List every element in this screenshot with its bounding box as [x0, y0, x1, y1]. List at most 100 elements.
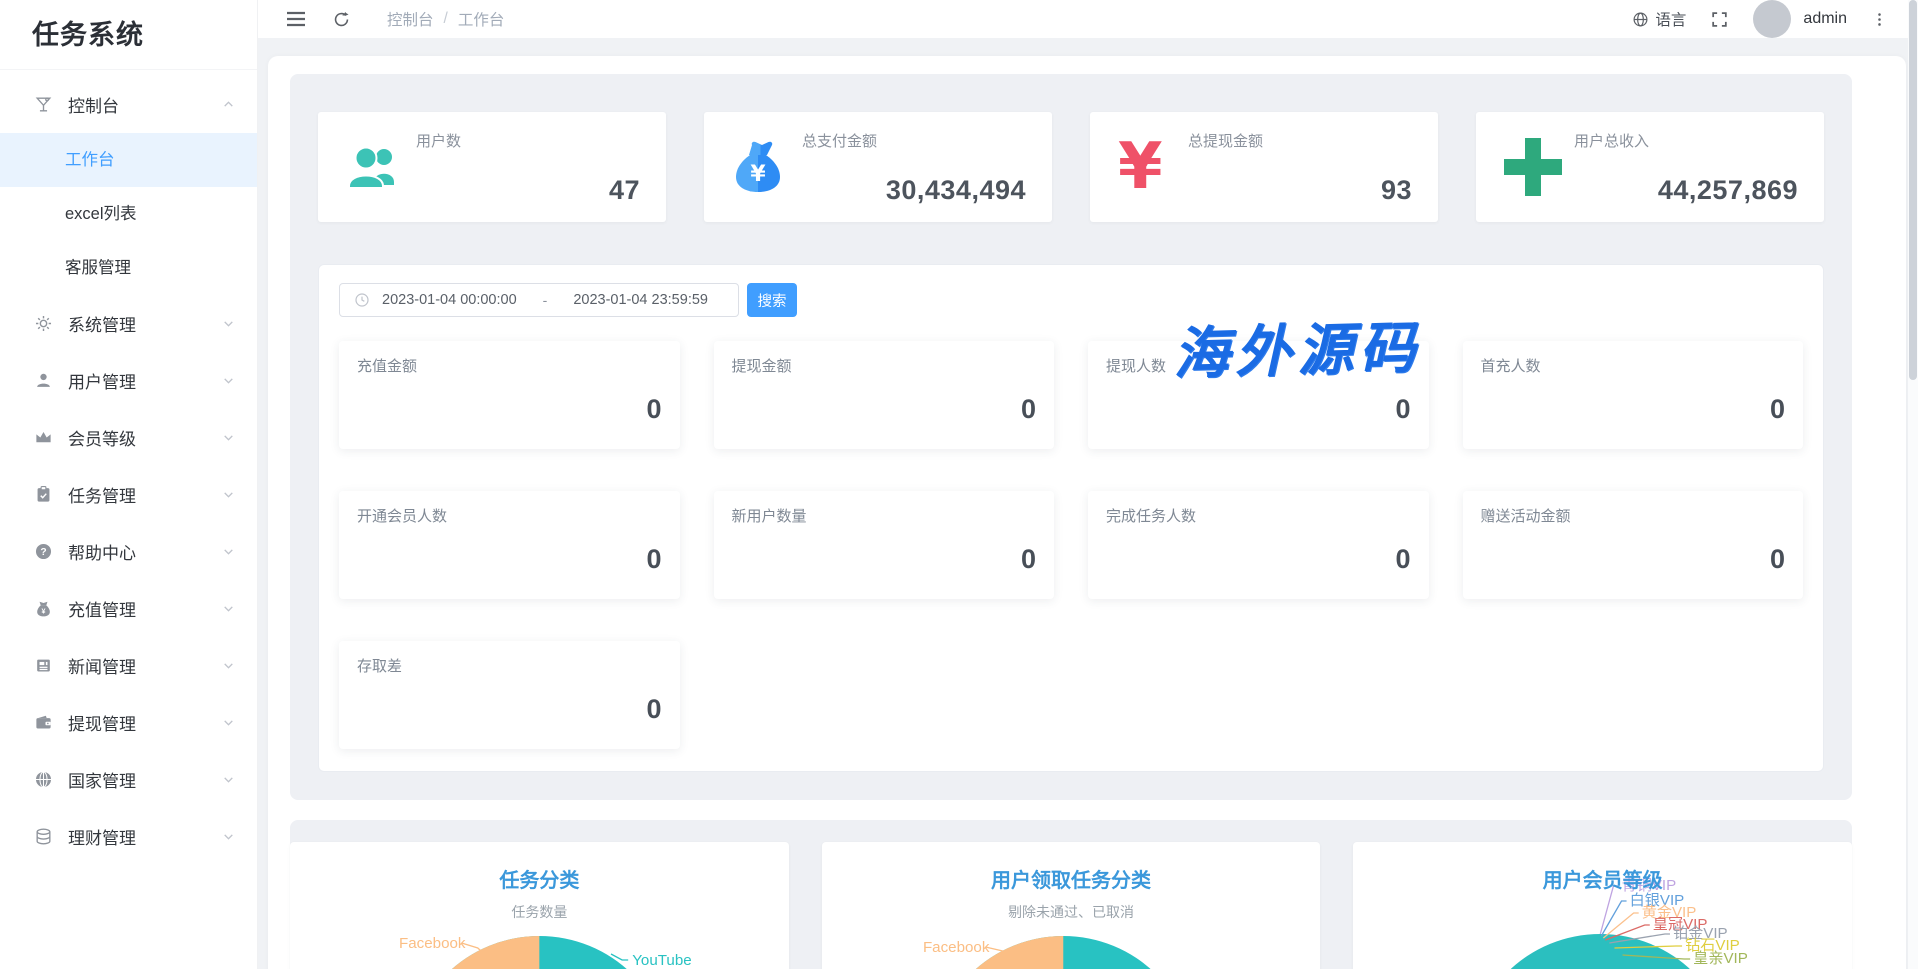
stat-box-value: 0 [732, 544, 1037, 575]
scrollbar-track[interactable] [1908, 0, 1918, 969]
sidebar-item-label: 系统管理 [68, 311, 136, 336]
sidebar-item-recharge[interactable]: ¥ 充值管理 [0, 580, 257, 637]
chevron-down-icon [222, 374, 235, 387]
refresh-icon[interactable] [332, 10, 351, 29]
moneybag-icon: ¥ [33, 599, 53, 619]
sidebar-item-label: 国家管理 [68, 767, 136, 792]
stat-box-label: 存取差 [357, 655, 662, 676]
sidebar-item-system[interactable]: 系统管理 [0, 295, 257, 352]
wallet-icon [33, 713, 53, 733]
stat-box-value: 0 [357, 694, 662, 725]
stat-box-value: 0 [1106, 544, 1411, 575]
sidebar-subitem-excel-list[interactable]: excel列表 [0, 187, 257, 241]
sidebar-item-news[interactable]: 新闻管理 [0, 637, 257, 694]
chevron-down-icon [222, 431, 235, 444]
sidebar-item-label: 提现管理 [68, 710, 136, 735]
sidebar-subitem-customer-service[interactable]: 客服管理 [0, 241, 257, 295]
sidebar-subitem-workbench[interactable]: 工作台 [0, 133, 257, 187]
newspaper-icon [33, 656, 53, 676]
stat-card-value: 47 [416, 175, 640, 206]
sidebar-item-withdraw[interactable]: 提现管理 [0, 694, 257, 751]
language-label: 语言 [1655, 8, 1686, 30]
sidebar-item-member-level[interactable]: 会员等级 [0, 409, 257, 466]
stat-box-label: 完成任务人数 [1106, 505, 1411, 526]
stat-box-value: 0 [1481, 544, 1786, 575]
pie-label-facebook: Facebook [923, 939, 990, 956]
stat-card-value: 44,257,869 [1574, 175, 1798, 206]
chevron-down-icon [222, 488, 235, 501]
top-header: 控制台 / 工作台 语言 admin [258, 0, 1918, 38]
crown-icon [33, 428, 53, 448]
sidebar-item-label: 会员等级 [68, 425, 136, 450]
search-button[interactable]: 搜索 [747, 283, 797, 317]
stat-card-value: 30,434,494 [802, 175, 1026, 206]
sidebar-item-console[interactable]: 控制台 [0, 76, 257, 133]
cocktail-icon [33, 95, 53, 115]
kebab-menu-icon[interactable] [1871, 11, 1888, 28]
plus-green-icon [1504, 138, 1574, 196]
stat-card-label: 总支付金额 [802, 130, 1026, 151]
chevron-up-icon [222, 98, 235, 111]
chart-subtitle: 剔除未通过、已取消 [822, 902, 1321, 922]
globe-icon [33, 770, 53, 790]
sidebar-item-label: 用户管理 [68, 368, 136, 393]
fullscreen-icon[interactable] [1710, 10, 1729, 29]
sidebar-item-help-center[interactable]: ? 帮助中心 [0, 523, 257, 580]
scrollbar-thumb[interactable] [1909, 0, 1917, 380]
sidebar-item-users[interactable]: 用户管理 [0, 352, 257, 409]
stats-panel: 用户数 47 ¥ [290, 74, 1852, 800]
clipboard-check-icon [33, 485, 53, 505]
breadcrumb-console[interactable]: 控制台 [387, 8, 434, 30]
stat-card-total-paid: ¥ 总支付金额 30,434,494 [704, 112, 1052, 222]
stat-box-label: 提现人数 [1106, 355, 1411, 376]
date-start: 2023-01-04 00:00:00 [382, 292, 517, 308]
chart-user-task-categories: 用户领取任务分类 剔除未通过、已取消 Facebook [822, 842, 1321, 969]
stat-box-label: 开通会员人数 [357, 505, 662, 526]
stat-box-label: 首充人数 [1481, 355, 1786, 376]
chart-title: 用户会员等级 [1353, 864, 1852, 893]
app-title: 任务系统 [0, 0, 257, 70]
sidebar-item-label: 新闻管理 [68, 653, 136, 678]
stat-box-new-members: 开通会员人数 0 [339, 491, 680, 599]
stat-box-value: 0 [1106, 394, 1411, 425]
stat-box-value: 0 [1481, 394, 1786, 425]
breadcrumb-workbench: 工作台 [458, 8, 505, 30]
sidebar: 任务系统 控制台 工作台 excel列表 客服管理 系统管理 [0, 0, 258, 969]
stat-card-users: 用户数 47 [318, 112, 666, 222]
svg-text:¥: ¥ [750, 162, 766, 187]
app-window: 任务系统 控制台 工作台 excel列表 客服管理 系统管理 [0, 0, 1918, 969]
stat-card-total-income: 用户总收入 44,257,869 [1476, 112, 1824, 222]
sidebar-item-country[interactable]: 国家管理 [0, 751, 257, 808]
svg-text:?: ? [40, 547, 46, 558]
sidebar-item-label: 充值管理 [68, 596, 136, 621]
pie-label-royal-vip: 皇亲VIP [1694, 950, 1749, 967]
stat-box-value: 0 [732, 394, 1037, 425]
stat-box-label: 新用户数量 [732, 505, 1037, 526]
sidebar-item-tasks[interactable]: 任务管理 [0, 466, 257, 523]
main-area: 控制台 / 工作台 语言 admin [258, 0, 1918, 969]
chevron-down-icon [222, 545, 235, 558]
sidebar-item-wealth[interactable]: 理财管理 [0, 808, 257, 865]
date-separator: - [543, 292, 548, 308]
hamburger-menu-icon[interactable] [284, 7, 308, 31]
main-container: 用户数 47 ¥ [268, 56, 1906, 969]
language-switcher[interactable]: 语言 [1632, 8, 1686, 30]
breadcrumb: 控制台 / 工作台 [387, 8, 504, 30]
stat-box-first-charge: 首充人数 0 [1463, 341, 1804, 449]
svg-text:¥: ¥ [41, 608, 45, 616]
moneybag-blue-icon: ¥ [732, 139, 802, 195]
user-menu[interactable]: admin [1753, 0, 1847, 38]
chart-subtitle [1353, 902, 1852, 918]
user-icon [33, 371, 53, 391]
chevron-down-icon [222, 716, 235, 729]
stat-card-label: 用户总收入 [1574, 130, 1798, 151]
chevron-down-icon [222, 317, 235, 330]
avatar [1753, 0, 1791, 38]
clock-icon [354, 292, 370, 308]
chevron-down-icon [222, 773, 235, 786]
stat-card-total-withdraw: ¥ 总提现金额 93 [1090, 112, 1438, 222]
date-range-input[interactable]: 2023-01-04 00:00:00 - 2023-01-04 23:59:5… [339, 283, 739, 317]
breadcrumb-separator: / [444, 10, 448, 28]
sidebar-item-label: 理财管理 [68, 824, 136, 849]
filter-row: 2023-01-04 00:00:00 - 2023-01-04 23:59:5… [339, 283, 1803, 317]
